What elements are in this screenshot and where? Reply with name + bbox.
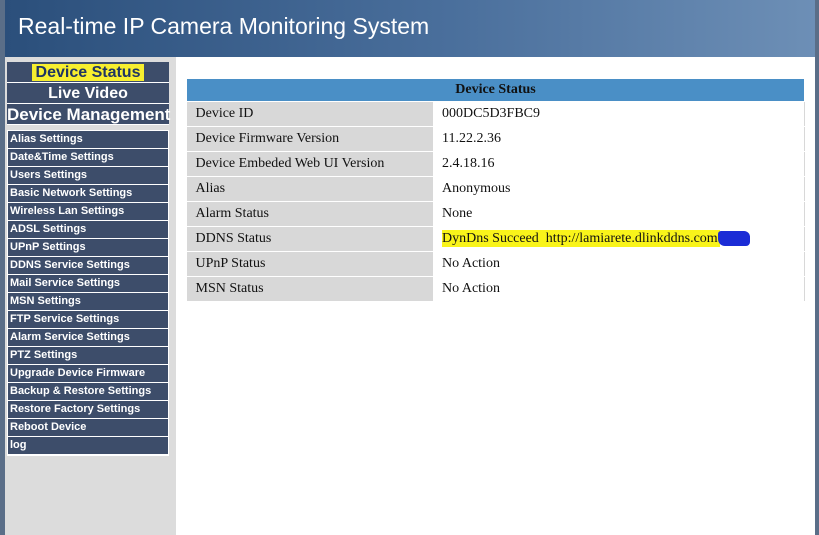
- nav-device-management-label: Device Management: [7, 105, 171, 124]
- menu-users-settings[interactable]: Users Settings: [8, 167, 168, 184]
- menu-upgrade-device-firmware[interactable]: Upgrade Device Firmware: [8, 365, 168, 382]
- row-label-msn-status: MSN Status: [186, 276, 433, 302]
- menu-backup-restore-settings[interactable]: Backup & Restore Settings: [8, 383, 168, 400]
- nav-device-status[interactable]: Device Status: [7, 62, 169, 83]
- menu-ptz-settings[interactable]: PTZ Settings: [8, 347, 168, 364]
- row-value-alarm-status: None: [432, 201, 805, 227]
- menu-ddns-service-settings[interactable]: DDNS Service Settings: [8, 257, 168, 274]
- table-row: Device ID 000DC5D3FBC9: [186, 101, 805, 127]
- menu-upnp-settings[interactable]: UPnP Settings: [8, 239, 168, 256]
- menu-mail-service-settings[interactable]: Mail Service Settings: [8, 275, 168, 292]
- table-row: Alarm Status None: [186, 201, 805, 227]
- table-row: UPnP Status No Action: [186, 251, 805, 277]
- browser-page: Real-time IP Camera Monitoring System De…: [0, 0, 819, 535]
- row-value-ddns-status: DynDns Succeed http://lamiarete.dlinkddn…: [442, 230, 720, 247]
- row-value-alias: Anonymous: [432, 176, 805, 202]
- table-row: MSN Status No Action: [186, 276, 805, 302]
- nav-device-management[interactable]: Device Management: [7, 104, 171, 125]
- nav-live-video-label: Live Video: [48, 85, 128, 102]
- settings-menu: Alias Settings Date&Time Settings Users …: [7, 130, 169, 456]
- row-value-ddns-status-cell: DynDns Succeed http://lamiarete.dlinkddn…: [432, 226, 805, 252]
- row-value-msn-status: No Action: [432, 276, 805, 302]
- row-label-ddns-status: DDNS Status: [186, 226, 433, 252]
- row-value-web-ui-version: 2.4.18.16: [432, 151, 805, 177]
- nav-live-video[interactable]: Live Video: [7, 83, 169, 104]
- row-label-alarm-status: Alarm Status: [186, 201, 433, 227]
- menu-msn-settings[interactable]: MSN Settings: [8, 293, 168, 310]
- device-status-table: Device Status Device ID 000DC5D3FBC9 Dev…: [186, 78, 805, 302]
- nav-device-status-label: Device Status: [31, 64, 145, 81]
- table-header-row: Device Status: [186, 78, 805, 102]
- table-row: Device Firmware Version 11.22.2.36: [186, 126, 805, 152]
- main-nav: Device Status Live Video Device Manageme…: [7, 62, 171, 125]
- menu-adsl-settings[interactable]: ADSL Settings: [8, 221, 168, 238]
- menu-datetime-settings[interactable]: Date&Time Settings: [8, 149, 168, 166]
- menu-alarm-service-settings[interactable]: Alarm Service Settings: [8, 329, 168, 346]
- menu-reboot-device[interactable]: Reboot Device: [8, 419, 168, 436]
- app-header: Real-time IP Camera Monitoring System: [5, 0, 815, 57]
- page-right-border: [815, 0, 819, 535]
- row-value-firmware-version: 11.22.2.36: [432, 126, 805, 152]
- table-title: Device Status: [186, 78, 805, 102]
- table-row: DDNS Status DynDns Succeed http://lamiar…: [186, 226, 805, 252]
- menu-log[interactable]: log: [8, 437, 168, 454]
- app-title: Real-time IP Camera Monitoring System: [18, 13, 430, 39]
- row-label-device-id: Device ID: [186, 101, 433, 127]
- row-label-upnp-status: UPnP Status: [186, 251, 433, 277]
- row-label-web-ui-version: Device Embeded Web UI Version: [186, 151, 433, 177]
- table-row: Alias Anonymous: [186, 176, 805, 202]
- redaction-scribble: [717, 231, 750, 247]
- row-value-upnp-status: No Action: [432, 251, 805, 277]
- menu-alias-settings[interactable]: Alias Settings: [8, 131, 168, 148]
- row-label-alias: Alias: [186, 176, 433, 202]
- menu-wireless-lan-settings[interactable]: Wireless Lan Settings: [8, 203, 168, 220]
- row-value-device-id: 000DC5D3FBC9: [432, 101, 805, 127]
- menu-restore-factory-settings[interactable]: Restore Factory Settings: [8, 401, 168, 418]
- menu-basic-network-settings[interactable]: Basic Network Settings: [8, 185, 168, 202]
- table-row: Device Embeded Web UI Version 2.4.18.16: [186, 151, 805, 177]
- row-label-firmware-version: Device Firmware Version: [186, 126, 433, 152]
- sidebar: Device Status Live Video Device Manageme…: [5, 57, 176, 535]
- menu-ftp-service-settings[interactable]: FTP Service Settings: [8, 311, 168, 328]
